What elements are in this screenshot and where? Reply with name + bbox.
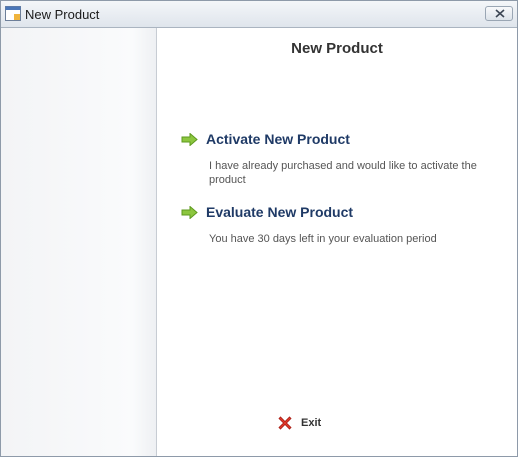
activate-new-product-link[interactable]: Activate New Product [206, 131, 350, 147]
evaluate-new-product-link[interactable]: Evaluate New Product [206, 204, 353, 220]
content-panel: New Product Activate New Product I have … [157, 28, 517, 456]
green-arrow-icon [181, 132, 198, 151]
activate-description: I have already purchased and would like … [209, 160, 477, 186]
evaluate-description: You have 30 days left in your evaluation… [209, 233, 437, 245]
side-panel [1, 28, 157, 456]
close-icon [495, 9, 505, 18]
window-title: New Product [25, 7, 100, 22]
window-app-icon [5, 6, 21, 21]
green-arrow-icon [181, 205, 198, 224]
red-x-icon [277, 415, 293, 436]
page-title: New Product [291, 40, 383, 57]
new-product-window: New Product New Product Activate New Pro… [0, 0, 518, 457]
title-bar: New Product [1, 1, 517, 28]
exit-label[interactable]: Exit [301, 417, 321, 429]
close-button[interactable] [485, 6, 513, 21]
